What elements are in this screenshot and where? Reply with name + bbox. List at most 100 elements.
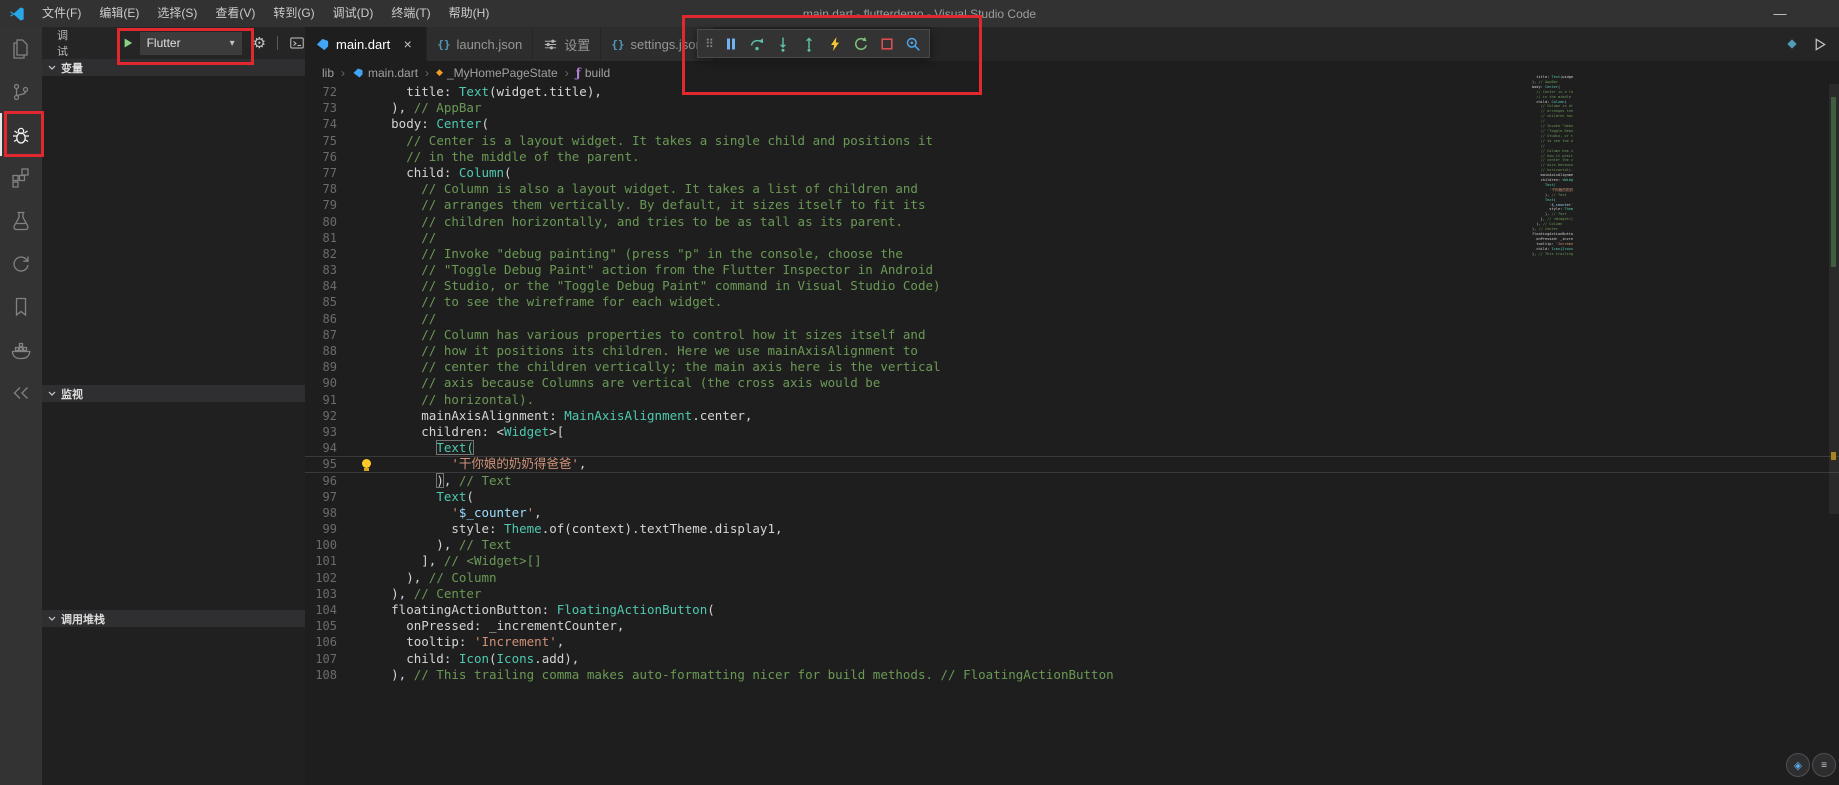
- breadcrumb-lib[interactable]: lib: [322, 66, 334, 80]
- code-line[interactable]: 77 child: Column(: [305, 165, 1839, 181]
- line-number[interactable]: 108: [305, 667, 337, 683]
- menu-item[interactable]: 转到(G): [264, 0, 323, 27]
- activity-sync[interactable]: [0, 242, 42, 285]
- floating-button-2[interactable]: ≡: [1812, 753, 1836, 777]
- line-number[interactable]: 76: [305, 149, 337, 165]
- activity-debug[interactable]: [0, 113, 42, 156]
- line-number[interactable]: 91: [305, 392, 337, 408]
- code-line[interactable]: 90 // axis because Columns are vertical …: [305, 375, 1839, 391]
- code-line[interactable]: 97 Text(: [305, 489, 1839, 505]
- breadcrumb-method[interactable]: ƒ build: [576, 66, 611, 80]
- code-line[interactable]: 106 tooltip: 'Increment',: [305, 634, 1839, 650]
- line-number[interactable]: 97: [305, 489, 337, 505]
- code-line[interactable]: 105 onPressed: _incrementCounter,: [305, 618, 1839, 634]
- line-number[interactable]: 105: [305, 618, 337, 634]
- stop-button[interactable]: [874, 31, 900, 57]
- code-line[interactable]: 92 mainAxisAlignment: MainAxisAlignment.…: [305, 408, 1839, 424]
- menu-item[interactable]: 编辑(E): [90, 0, 148, 27]
- code-line[interactable]: 85 // to see the wireframe for each widg…: [305, 294, 1839, 310]
- line-number[interactable]: 78: [305, 181, 337, 197]
- call-stack-panel[interactable]: [42, 627, 305, 785]
- menu-item[interactable]: 选择(S): [148, 0, 206, 27]
- line-number[interactable]: 94: [305, 440, 337, 456]
- code-line[interactable]: 80 // children horizontally, and tries t…: [305, 214, 1839, 230]
- tab-launch-json[interactable]: {} launch.json: [427, 27, 534, 61]
- gem-icon[interactable]: [1784, 36, 1800, 52]
- line-number[interactable]: 100: [305, 537, 337, 553]
- minimize-button[interactable]: —: [1765, 6, 1795, 21]
- code-line[interactable]: 103 ), // Center: [305, 586, 1839, 602]
- activity-source-control[interactable]: [0, 70, 42, 113]
- menu-item[interactable]: 帮助(H): [440, 0, 499, 27]
- line-number[interactable]: 98: [305, 505, 337, 521]
- line-number[interactable]: 90: [305, 375, 337, 391]
- breadcrumb-class[interactable]: ◆ _MyHomePageState: [436, 66, 558, 80]
- activity-test[interactable]: [0, 199, 42, 242]
- line-number[interactable]: 77: [305, 165, 337, 181]
- code-line[interactable]: 84 // Studio, or the "Toggle Debug Paint…: [305, 278, 1839, 294]
- line-number[interactable]: 101: [305, 553, 337, 569]
- widget-inspector-button[interactable]: [900, 31, 926, 57]
- tab-settings[interactable]: 设置: [533, 27, 602, 61]
- activity-remote[interactable]: [0, 371, 42, 414]
- code-line[interactable]: 82 // Invoke "debug painting" (press "p"…: [305, 246, 1839, 262]
- code-line[interactable]: 93 children: <Widget>[: [305, 424, 1839, 440]
- code-line[interactable]: 100 ), // Text: [305, 537, 1839, 553]
- code-line[interactable]: 96 ), // Text: [305, 472, 1839, 489]
- code-line[interactable]: 102 ), // Column: [305, 570, 1839, 586]
- step-out-button[interactable]: [796, 31, 822, 57]
- pause-button[interactable]: [718, 31, 744, 57]
- breadcrumb-main-dart[interactable]: main.dart: [352, 66, 418, 80]
- minimap[interactable]: title: Text(widget.title), ), // AppBar …: [1519, 61, 1573, 785]
- floating-button-1[interactable]: ◈: [1786, 753, 1810, 777]
- line-number[interactable]: 89: [305, 359, 337, 375]
- menu-item[interactable]: 文件(F): [33, 0, 90, 27]
- line-number[interactable]: 79: [305, 197, 337, 213]
- code-line[interactable]: 88 // how it positions its children. Her…: [305, 343, 1839, 359]
- drag-grip-icon[interactable]: ⠿: [701, 37, 718, 51]
- line-number[interactable]: 87: [305, 327, 337, 343]
- line-number[interactable]: 73: [305, 100, 337, 116]
- run-icon[interactable]: [1812, 37, 1827, 52]
- line-number[interactable]: 88: [305, 343, 337, 359]
- code-line[interactable]: 83 // "Toggle Debug Paint" action from t…: [305, 262, 1839, 278]
- line-number[interactable]: 102: [305, 570, 337, 586]
- launch-config-dropdown[interactable]: Flutter ▾: [139, 31, 242, 55]
- line-number[interactable]: 74: [305, 116, 337, 132]
- line-number[interactable]: 104: [305, 602, 337, 618]
- configure-gear-icon[interactable]: ⚙: [253, 36, 266, 51]
- code-line[interactable]: 108 ), // This trailing comma makes auto…: [305, 667, 1839, 683]
- activity-explorer[interactable]: [0, 27, 42, 70]
- close-icon[interactable]: ×: [399, 36, 416, 52]
- code-line[interactable]: 79 // arranges them vertically. By defau…: [305, 197, 1839, 213]
- code-line[interactable]: 94 Text(: [305, 440, 1839, 456]
- code-line[interactable]: 104 floatingActionButton: FloatingAction…: [305, 602, 1839, 618]
- code-line[interactable]: 86 //: [305, 311, 1839, 327]
- menu-item[interactable]: 调试(D): [324, 0, 383, 27]
- line-number[interactable]: 92: [305, 408, 337, 424]
- code-line[interactable]: 107 child: Icon(Icons.add),: [305, 651, 1839, 667]
- activity-extensions[interactable]: [0, 156, 42, 199]
- line-number[interactable]: 106: [305, 634, 337, 650]
- code-line[interactable]: 74 body: Center(: [305, 116, 1839, 132]
- activity-bookmarks[interactable]: [0, 285, 42, 328]
- code-editor[interactable]: 72 title: Text(widget.title), 73 ), // Ap…: [305, 84, 1839, 785]
- code-line[interactable]: 91 // horizontal).: [305, 392, 1839, 408]
- code-line[interactable]: 76 // in the middle of the parent.: [305, 149, 1839, 165]
- code-line[interactable]: 73 ), // AppBar: [305, 100, 1839, 116]
- tab-main-dart[interactable]: main.dart ×: [305, 27, 428, 61]
- line-number[interactable]: 85: [305, 294, 337, 310]
- code-line[interactable]: 95 '干你娘的奶奶得爸爸',: [305, 456, 1839, 472]
- line-number[interactable]: 99: [305, 521, 337, 537]
- variables-panel[interactable]: [42, 76, 305, 385]
- code-line[interactable]: 87 // Column has various properties to c…: [305, 327, 1839, 343]
- start-debug-button[interactable]: [122, 37, 134, 49]
- code-line[interactable]: 99 style: Theme.of(context).textTheme.di…: [305, 521, 1839, 537]
- section-call-stack[interactable]: 调用堆栈: [42, 610, 305, 627]
- step-into-button[interactable]: [770, 31, 796, 57]
- watch-panel[interactable]: [42, 402, 305, 610]
- code-line[interactable]: 81 //: [305, 230, 1839, 246]
- line-number[interactable]: 86: [305, 311, 337, 327]
- restart-button[interactable]: [848, 31, 874, 57]
- line-number[interactable]: 72: [305, 84, 337, 100]
